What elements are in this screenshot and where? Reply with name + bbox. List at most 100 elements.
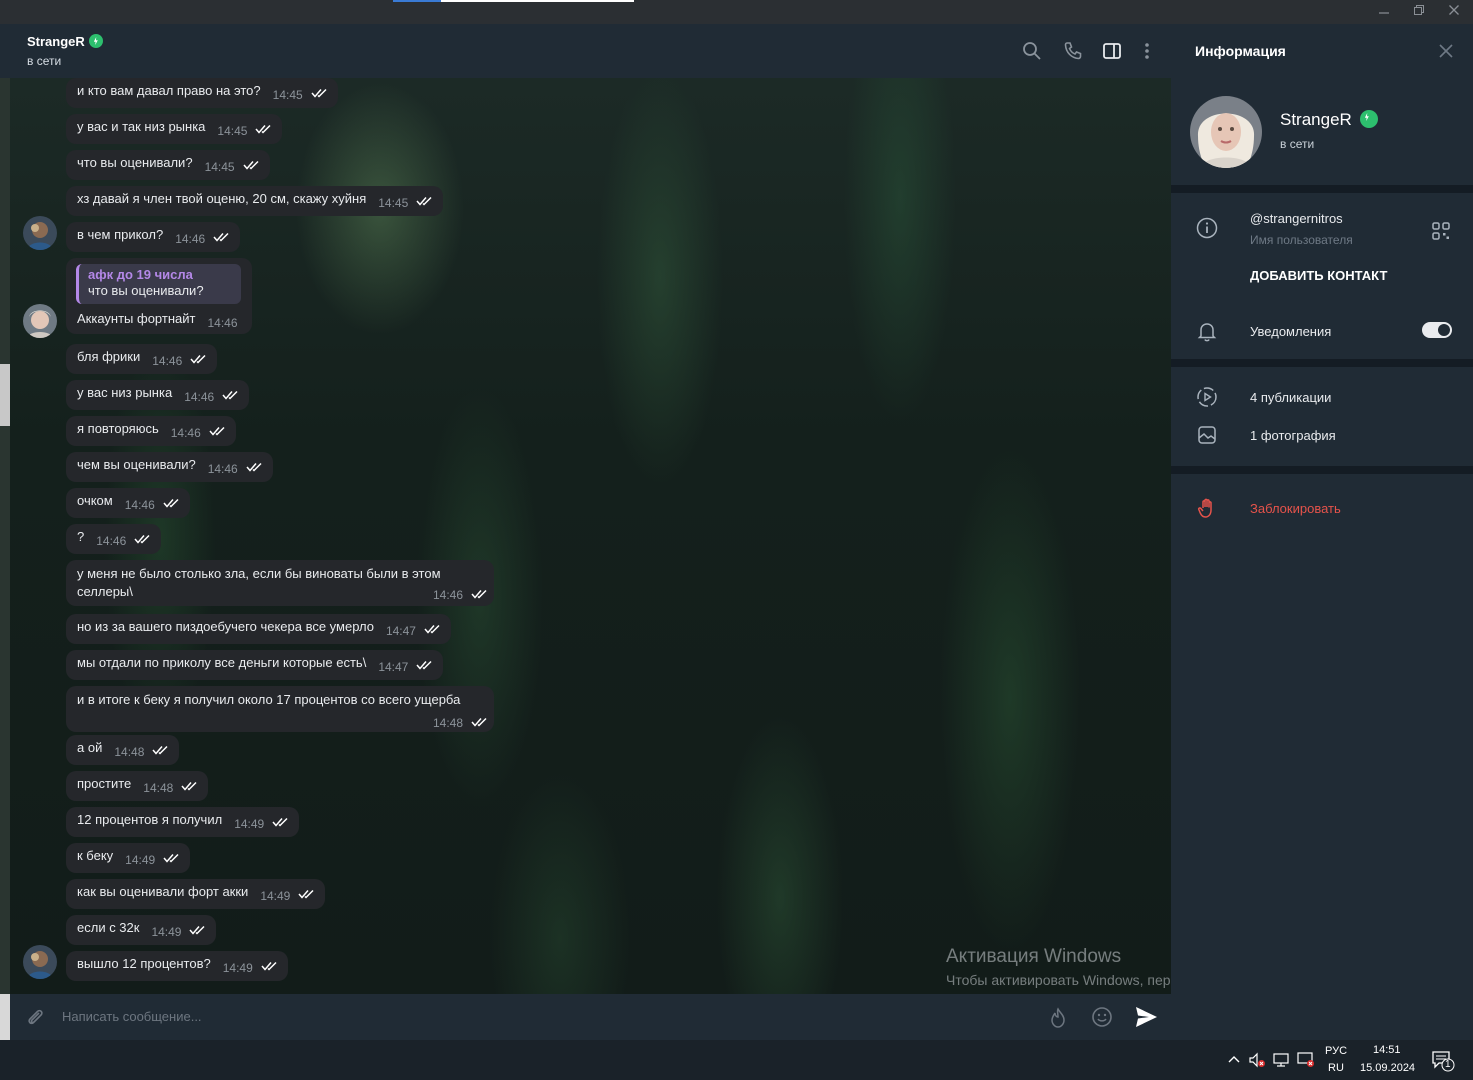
minimize-icon[interactable] <box>1371 3 1397 21</box>
message-time: 14:47 <box>378 660 409 674</box>
chat-area[interactable]: и кто вам давал право на это? 14:45 у вас… <box>0 78 1171 994</box>
reply-quote[interactable]: афк до 19 числа что вы оценивали? <box>76 264 241 304</box>
message-text: но из за вашего пиздоебучего чекера все … <box>77 619 374 634</box>
toggle-knob <box>1438 324 1450 336</box>
phone-icon[interactable] <box>1062 40 1084 62</box>
read-ticks-icon <box>255 124 271 134</box>
notification-count: 1 <box>1445 1059 1451 1070</box>
avatar[interactable] <box>23 945 57 979</box>
read-ticks-icon <box>181 781 197 791</box>
message-bubble[interactable]: как вы оценивали форт акки 14:49 <box>66 879 326 909</box>
message-bubble[interactable]: но из за вашего пиздоебучего чекера все … <box>66 614 451 644</box>
message-time: 14:46 <box>96 534 127 548</box>
reply-text: что вы оценивали? <box>88 283 204 298</box>
chevron-up-icon[interactable] <box>1227 1052 1241 1066</box>
message-text: к беку <box>77 848 114 863</box>
info-panel-title: Информация <box>1195 43 1286 59</box>
read-ticks-icon <box>222 390 238 400</box>
reply-title: афк до 19 числа <box>88 267 193 282</box>
message-bubble[interactable]: мы отдали по приколу все деньги которые … <box>66 650 444 680</box>
message-bubble[interactable]: 12 процентов я получил 14:49 <box>66 807 300 837</box>
close-icon[interactable] <box>1441 3 1467 21</box>
message-bubble[interactable]: хз давай я член твой оценю, 20 см, скажу… <box>66 186 444 216</box>
clock-date[interactable]: 15.09.2024 <box>1360 1062 1415 1074</box>
message-bubble[interactable]: у вас низ рынка 14:46 <box>66 380 250 410</box>
emoji-icon[interactable] <box>1091 1006 1113 1028</box>
message-bubble[interactable]: бля фрики 14:46 <box>66 344 218 374</box>
message-bubble[interactable]: у меня не было столько зла, если бы вино… <box>66 560 494 606</box>
section-divider <box>1171 466 1473 474</box>
message-bubble[interactable]: что вы оценивали? 14:45 <box>66 150 270 180</box>
close-icon[interactable] <box>1437 42 1455 60</box>
message-time: 14:46 <box>432 588 463 602</box>
language-indicator-bottom[interactable]: RU <box>1328 1062 1344 1074</box>
message-composer: Написать сообщение... <box>10 994 1171 1040</box>
notification-center-icon[interactable]: 1 <box>1432 1050 1456 1072</box>
send-icon[interactable] <box>1134 1005 1158 1029</box>
window-titlebar <box>0 0 1473 24</box>
message-text: бля фрики <box>77 349 141 364</box>
attach-icon[interactable] <box>24 1006 46 1028</box>
message-bubble[interactable]: вышло 12 процентов? 14:49 <box>66 951 288 981</box>
language-indicator-top[interactable]: РУС <box>1325 1045 1347 1057</box>
message-bubble[interactable]: очком 14:46 <box>66 488 190 518</box>
reply-message-bubble[interactable]: афк до 19 числа что вы оценивали? Аккаун… <box>66 258 252 334</box>
message-bubble[interactable]: у вас и так низ рынка 14:45 <box>66 114 283 144</box>
message-time: 14:45 <box>378 196 409 210</box>
message-bubble[interactable]: ? 14:46 <box>66 524 162 554</box>
message-time: 14:48 <box>432 716 463 730</box>
read-ticks-icon <box>152 745 168 755</box>
message-bubble[interactable]: и кто вам давал право на это? 14:45 <box>66 78 338 108</box>
info-panel: Информация StrangeR в сети @strangernitr… <box>1171 24 1473 1040</box>
read-ticks-icon <box>243 160 259 170</box>
block-user-button[interactable]: Заблокировать <box>1250 501 1341 516</box>
volume-muted-icon[interactable] <box>1248 1052 1266 1068</box>
message-input[interactable]: Написать сообщение... <box>62 1009 202 1024</box>
message-bubble[interactable]: к беку 14:49 <box>66 843 191 873</box>
message-bubble[interactable]: чем вы оценивали? 14:46 <box>66 452 273 482</box>
avatar[interactable] <box>23 304 57 338</box>
clock-time[interactable]: 14:51 <box>1373 1044 1401 1056</box>
message-text: как вы оценивали форт акки <box>77 884 249 899</box>
more-icon[interactable] <box>1136 40 1158 62</box>
photos-link[interactable]: 1 фотография <box>1250 428 1336 443</box>
message-text: Аккаунты фортнайт <box>77 311 196 326</box>
read-ticks-icon <box>163 498 179 508</box>
qr-code-icon[interactable] <box>1430 220 1452 242</box>
message-time: 14:46 <box>152 354 183 368</box>
posts-link[interactable]: 4 публикации <box>1250 390 1331 405</box>
add-contact-button[interactable]: ДОБАВИТЬ КОНТАКТ <box>1250 268 1387 283</box>
profile-avatar[interactable] <box>1190 96 1262 168</box>
message-time: 14:49 <box>222 961 253 975</box>
network-icon[interactable] <box>1273 1052 1291 1068</box>
username-value[interactable]: @strangernitros <box>1250 211 1343 226</box>
message-time: 14:46 <box>184 390 215 404</box>
sidebar-toggle-icon[interactable] <box>1101 40 1123 62</box>
left-scroll-strip <box>0 78 10 994</box>
read-ticks-icon <box>213 232 229 242</box>
message-bubble[interactable]: я повторяюсь 14:46 <box>66 416 236 446</box>
message-text: 12 процентов я получил <box>77 812 223 827</box>
message-bubble[interactable]: в чем прикол? 14:46 <box>66 222 241 252</box>
message-bubble[interactable]: а ой 14:48 <box>66 735 180 765</box>
scrollbar-thumb[interactable] <box>0 364 10 426</box>
read-ticks-icon <box>471 589 487 599</box>
notifications-toggle[interactable] <box>1422 322 1452 338</box>
message-text: если с 32к <box>77 920 140 935</box>
avatar[interactable] <box>23 216 57 250</box>
message-bubble[interactable]: простите 14:48 <box>66 771 209 801</box>
chat-title[interactable]: StrangeR <box>27 34 103 49</box>
restore-icon[interactable] <box>1406 3 1432 21</box>
search-icon[interactable] <box>1021 40 1043 62</box>
read-ticks-icon <box>416 660 432 670</box>
boost-icon[interactable] <box>1046 1006 1070 1030</box>
read-ticks-icon <box>163 853 179 863</box>
message-bubble[interactable]: и в итоге к беку я получил около 17 проц… <box>66 686 494 732</box>
profile-name[interactable]: StrangeR <box>1280 110 1378 130</box>
message-time: 14:49 <box>234 817 265 831</box>
hand-block-icon <box>1196 497 1218 519</box>
left-edge-strip <box>0 994 10 1040</box>
message-text: я повторяюсь <box>77 421 159 436</box>
display-warning-icon[interactable] <box>1297 1052 1315 1068</box>
message-bubble[interactable]: если с 32к 14:49 <box>66 915 217 945</box>
